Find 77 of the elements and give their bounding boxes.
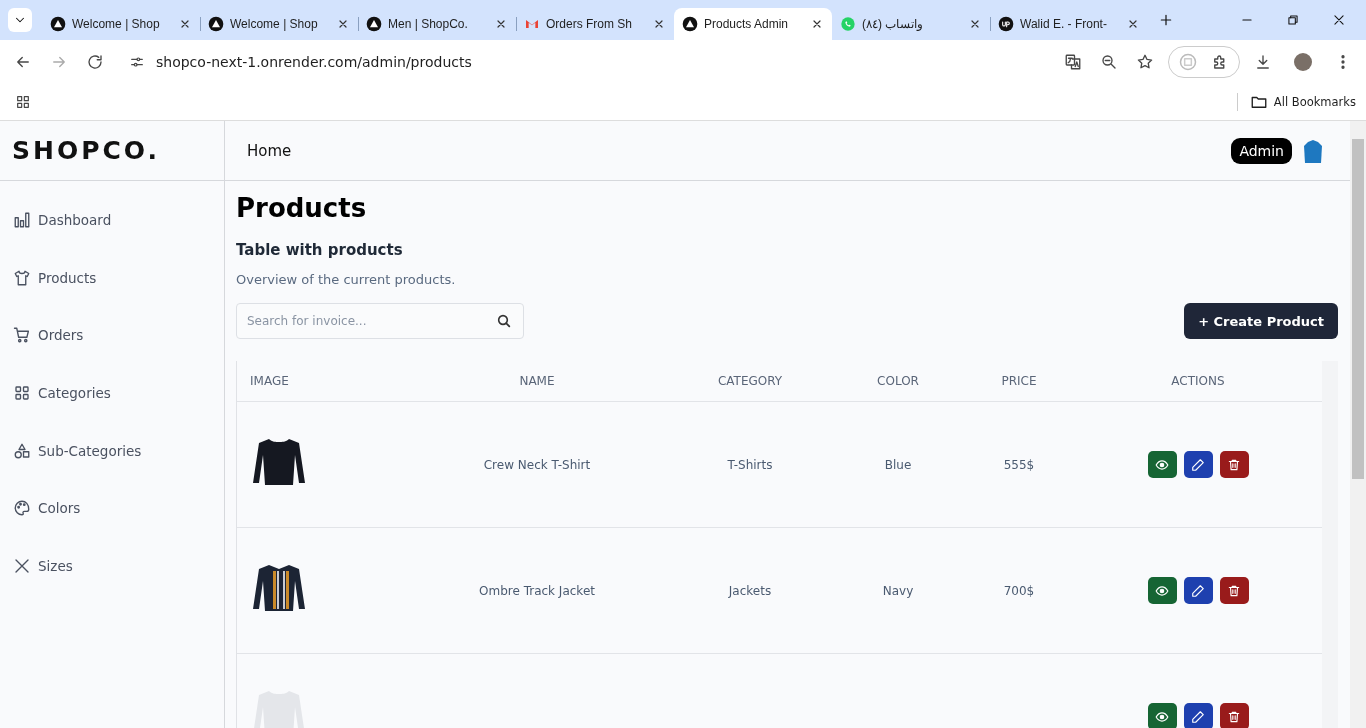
table-cell: 555$: [1003, 457, 1035, 472]
plus-icon[interactable]: [1158, 12, 1174, 28]
browser-tab[interactable]: (٨٤) واتساب: [832, 8, 990, 40]
scrollbar[interactable]: [1350, 121, 1366, 728]
sidebar-item[interactable]: Orders: [0, 306, 224, 365]
edit-button[interactable]: [1183, 703, 1213, 728]
search-icon: [496, 313, 512, 329]
tab-title: Products Admin: [704, 17, 790, 31]
pencil-icon: [1191, 457, 1205, 472]
tab-title: Walid E. - Front-: [1020, 17, 1108, 31]
section-description: Overview of the current products.: [236, 272, 457, 287]
profile-avatar[interactable]: [1294, 53, 1312, 71]
eye-icon: [1155, 583, 1169, 598]
browser-tab[interactable]: Products Admin: [674, 8, 832, 40]
column-header: PRICE: [1000, 374, 1038, 388]
tab-title: Men | ShopCo.: [388, 17, 469, 31]
sidebar-item[interactable]: Sizes: [0, 537, 224, 595]
table-cell: Crew Neck T-Shirt: [483, 457, 591, 472]
trash-icon: [1227, 709, 1241, 724]
shirt-icon: [13, 268, 31, 287]
view-button[interactable]: [1147, 451, 1177, 478]
section-title: Table with products: [236, 241, 404, 259]
bookmarks-folder[interactable]: All Bookmarks: [1249, 93, 1356, 111]
browser-tab[interactable]: Welcome | Shop: [200, 8, 358, 40]
page-title: Products: [236, 193, 368, 223]
close-icon[interactable]: [1332, 13, 1346, 27]
delete-button[interactable]: [1219, 703, 1249, 728]
create-product-button[interactable]: + Create Product: [1184, 303, 1338, 339]
pencil-icon: [1191, 583, 1205, 598]
tab-title: Welcome | Shop: [230, 17, 319, 31]
bar-chart-icon: [13, 210, 31, 229]
column-header: ACTIONS: [1170, 374, 1226, 388]
letters-logo-icon: [998, 16, 1014, 32]
tab-title: Orders From Sh: [546, 17, 633, 31]
edit-button[interactable]: [1183, 451, 1213, 478]
column-header: NAME: [518, 374, 556, 388]
eye-icon: [1155, 709, 1169, 724]
grid-icon: [13, 383, 31, 402]
column-header: COLOR: [876, 374, 920, 388]
table-cell: Ombre Track Jacket: [479, 583, 595, 598]
column-header: CATEGORY: [716, 374, 784, 388]
sidebar-item[interactable]: Products: [0, 248, 224, 307]
shapes-icon: [13, 441, 31, 460]
shop-logo[interactable]: SHOPCO.: [0, 121, 224, 181]
table-cell: 700$: [1003, 583, 1035, 598]
table-cell: Navy: [882, 583, 914, 598]
nav-link[interactable]: Home: [247, 141, 292, 160]
address-bar[interactable]: shopco-next-1.onrender.com/admin/products: [156, 54, 472, 70]
chat-bubble-icon: [840, 16, 856, 32]
table-cell: T-Shirts: [727, 457, 773, 472]
cart-icon: [13, 326, 31, 345]
tab-title: Welcome | Shop: [72, 17, 161, 31]
role-badge: Admin: [1231, 137, 1292, 164]
table-cell: Blue: [884, 457, 912, 472]
trash-icon: [1227, 583, 1241, 598]
view-button[interactable]: [1147, 577, 1177, 604]
edit-button[interactable]: [1183, 577, 1213, 604]
sidebar-item[interactable]: Sub-Categories: [0, 421, 224, 480]
restore-icon[interactable]: [1286, 13, 1300, 27]
browser-tab[interactable]: Welcome | Shop: [42, 8, 200, 40]
eye-icon: [1155, 457, 1169, 472]
browser-tab[interactable]: Men | ShopCo.: [358, 8, 516, 40]
sidebar-item[interactable]: Colors: [0, 479, 224, 538]
view-button[interactable]: [1147, 703, 1177, 728]
browser-tab[interactable]: Orders From Sh: [516, 8, 674, 40]
column-header: IMAGE: [249, 374, 290, 388]
browser-tab[interactable]: Walid E. - Front-: [990, 8, 1148, 40]
palette-icon: [13, 499, 31, 518]
table-cell: Jackets: [728, 583, 772, 598]
trash-icon: [1227, 457, 1241, 472]
sidebar-item[interactable]: Dashboard: [0, 191, 224, 249]
delete-button[interactable]: [1219, 451, 1249, 478]
tab-title: (٨٤) واتساب: [862, 17, 925, 31]
sidebar-item[interactable]: Categories: [0, 364, 224, 422]
search-field[interactable]: Search for invoice...: [236, 303, 524, 339]
pencil-icon: [1191, 709, 1205, 724]
delete-button[interactable]: [1219, 577, 1249, 604]
